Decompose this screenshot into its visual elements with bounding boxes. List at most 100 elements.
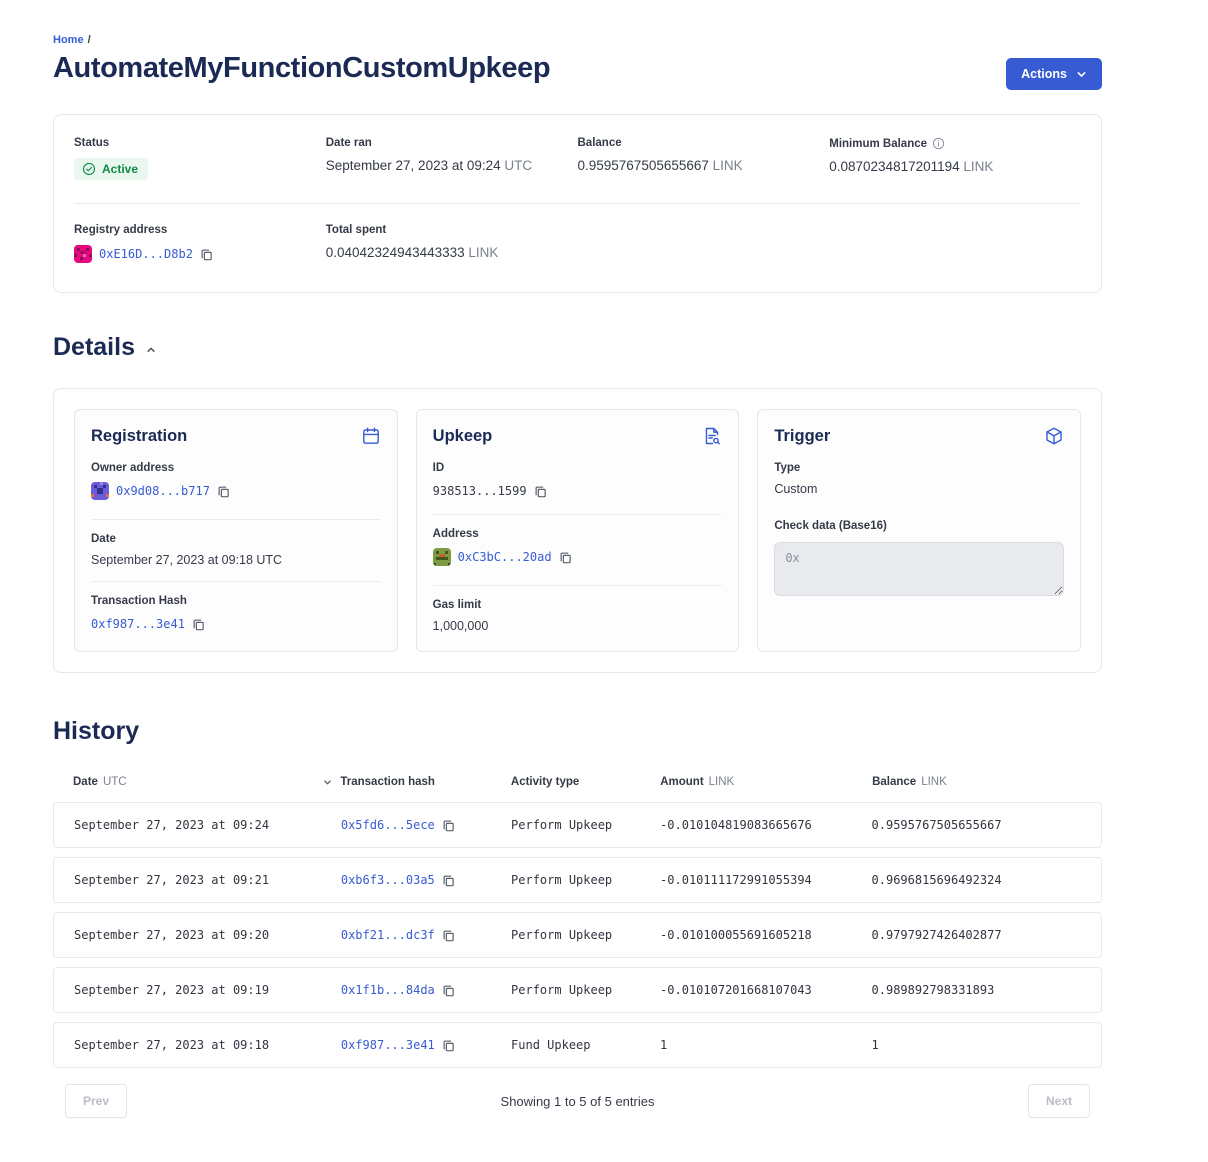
column-header-date[interactable]: Date UTC bbox=[73, 776, 340, 788]
sort-descending-icon bbox=[323, 778, 332, 787]
upkeep-id: 938513...1599 bbox=[433, 484, 547, 498]
owner-address-link[interactable]: 0x9d08...b717 bbox=[116, 484, 210, 498]
cell-amount: 1 bbox=[660, 1038, 871, 1052]
page-title: AutomateMyFunctionCustomUpkeep bbox=[53, 52, 550, 85]
cell-balance: 0.9595767505655667 bbox=[872, 818, 1081, 832]
tx-hash-link[interactable]: 0x5fd6...5ece bbox=[341, 818, 435, 832]
total-spent-label: Total spent bbox=[326, 224, 578, 236]
info-icon[interactable] bbox=[932, 137, 945, 150]
cell-tx: 0x5fd6...5ece bbox=[341, 818, 511, 832]
chevron-down-icon bbox=[1076, 69, 1087, 80]
copy-icon[interactable] bbox=[200, 248, 213, 261]
min-balance-label-text: Minimum Balance bbox=[829, 138, 927, 150]
upkeep-address-label: Address bbox=[433, 528, 723, 540]
cell-activity: Perform Upkeep bbox=[511, 928, 660, 942]
check-data-textarea[interactable] bbox=[774, 542, 1064, 596]
table-row: September 27, 2023 at 09:19 0x1f1b...84d… bbox=[53, 967, 1102, 1013]
copy-icon[interactable] bbox=[442, 984, 455, 997]
cell-date: September 27, 2023 at 09:21 bbox=[74, 873, 341, 887]
column-header-balance: Balance LINK bbox=[872, 776, 1082, 788]
summary-row-2: Registry address 0xE16D...D8b2 Total spe… bbox=[74, 224, 1081, 268]
registration-card: Registration Owner address 0x9d08...b717… bbox=[74, 409, 398, 652]
balance-unit: LINK bbox=[713, 158, 743, 173]
details-heading-text: Details bbox=[53, 333, 135, 362]
total-spent-amount: 0.04042324943443333 bbox=[326, 245, 465, 260]
divider bbox=[91, 581, 381, 582]
copy-icon[interactable] bbox=[534, 485, 547, 498]
cell-date: September 27, 2023 at 09:18 bbox=[74, 1038, 341, 1052]
chevron-up-icon bbox=[146, 345, 156, 355]
document-search-icon bbox=[702, 426, 722, 446]
divider bbox=[91, 519, 381, 520]
tx-hash-link[interactable]: 0xb6f3...03a5 bbox=[341, 873, 435, 887]
history-heading-text: History bbox=[53, 717, 139, 746]
registration-tx: 0xf987...3e41 bbox=[91, 617, 205, 631]
pagination: Prev Showing 1 to 5 of 5 entries Next bbox=[53, 1084, 1102, 1118]
next-page-button[interactable]: Next bbox=[1028, 1084, 1090, 1118]
date-ran-text: September 27, 2023 at 09:24 bbox=[326, 158, 501, 173]
cell-activity: Perform Upkeep bbox=[511, 873, 660, 887]
tx-hash-link[interactable]: 0x1f1b...84da bbox=[341, 983, 435, 997]
cell-amount: -0.010111172991055394 bbox=[660, 873, 871, 887]
date-ran-unit: UTC bbox=[504, 158, 532, 173]
registration-tx-link[interactable]: 0xf987...3e41 bbox=[91, 617, 185, 631]
copy-icon[interactable] bbox=[442, 874, 455, 887]
registration-date-value: September 27, 2023 at 09:18 UTC bbox=[91, 553, 381, 567]
cell-tx: 0x1f1b...84da bbox=[341, 983, 511, 997]
registration-title: Registration bbox=[91, 427, 187, 446]
tx-hash-link[interactable]: 0xf987...3e41 bbox=[341, 1038, 435, 1052]
cell-activity: Perform Upkeep bbox=[511, 818, 660, 832]
registry-address-link[interactable]: 0xE16D...D8b2 bbox=[99, 247, 193, 261]
calendar-icon bbox=[361, 426, 381, 446]
copy-icon[interactable] bbox=[217, 485, 230, 498]
registry-address: 0xE16D...D8b2 bbox=[74, 245, 213, 263]
details-card: Registration Owner address 0x9d08...b717… bbox=[53, 388, 1102, 673]
upkeep-address-link[interactable]: 0xC3bC...20ad bbox=[458, 550, 552, 564]
registration-header: Registration bbox=[91, 426, 381, 446]
owner-address-label: Owner address bbox=[91, 462, 381, 474]
cell-date: September 27, 2023 at 09:20 bbox=[74, 928, 341, 942]
upkeep-address: 0xC3bC...20ad bbox=[433, 548, 572, 566]
prev-page-button[interactable]: Prev bbox=[65, 1084, 127, 1118]
trigger-type-value: Custom bbox=[774, 482, 1064, 496]
cell-balance: 0.989892798331893 bbox=[872, 983, 1081, 997]
total-spent-field: Total spent 0.04042324943443333 LINK bbox=[326, 224, 578, 268]
breadcrumb-separator: / bbox=[88, 34, 91, 46]
tx-hash-link[interactable]: 0xbf21...dc3f bbox=[341, 928, 435, 942]
details-collapse-toggle[interactable] bbox=[144, 343, 158, 357]
registry-identicon-avatar bbox=[74, 245, 92, 263]
copy-icon[interactable] bbox=[192, 618, 205, 631]
owner-identicon-avatar bbox=[91, 482, 109, 500]
cell-date: September 27, 2023 at 09:24 bbox=[74, 818, 341, 832]
min-balance-unit: LINK bbox=[963, 159, 993, 174]
min-balance-amount: 0.0870234817201194 bbox=[829, 159, 959, 174]
date-ran-value: September 27, 2023 at 09:24 UTC bbox=[326, 158, 578, 173]
copy-icon[interactable] bbox=[442, 1039, 455, 1052]
history-table-header: Date UTC Transaction hash Activity type … bbox=[53, 776, 1102, 788]
title-row: AutomateMyFunctionCustomUpkeep Actions bbox=[53, 52, 1102, 90]
registration-date-label: Date bbox=[91, 533, 381, 545]
registry-field: Registry address 0xE16D...D8b2 bbox=[74, 224, 326, 268]
copy-icon[interactable] bbox=[559, 551, 572, 564]
summary-card: Status Active Date ran September 27, 202… bbox=[53, 114, 1102, 293]
check-circle-icon bbox=[82, 162, 96, 176]
upkeep-id-value: 938513...1599 bbox=[433, 484, 527, 498]
copy-icon[interactable] bbox=[442, 929, 455, 942]
balance-label: Balance bbox=[578, 137, 830, 149]
cell-amount: -0.010104819083665676 bbox=[660, 818, 871, 832]
date-column-unit: UTC bbox=[103, 776, 127, 788]
divider bbox=[433, 514, 723, 515]
status-badge-label: Active bbox=[102, 162, 138, 176]
summary-divider bbox=[74, 203, 1081, 204]
actions-button-label: Actions bbox=[1021, 67, 1067, 81]
cell-balance: 0.9696815696492324 bbox=[872, 873, 1081, 887]
owner-address: 0x9d08...b717 bbox=[91, 482, 230, 500]
table-row: September 27, 2023 at 09:24 0x5fd6...5ec… bbox=[53, 802, 1102, 848]
breadcrumb-home-link[interactable]: Home bbox=[53, 34, 84, 46]
copy-icon[interactable] bbox=[442, 819, 455, 832]
cell-amount: -0.010100055691605218 bbox=[660, 928, 871, 942]
cell-balance: 0.9797927426402877 bbox=[872, 928, 1081, 942]
actions-button[interactable]: Actions bbox=[1006, 58, 1102, 90]
min-balance-value: 0.0870234817201194 LINK bbox=[829, 159, 1081, 174]
upkeep-detail-page: Home / AutomateMyFunctionCustomUpkeep Ac… bbox=[53, 0, 1102, 1162]
